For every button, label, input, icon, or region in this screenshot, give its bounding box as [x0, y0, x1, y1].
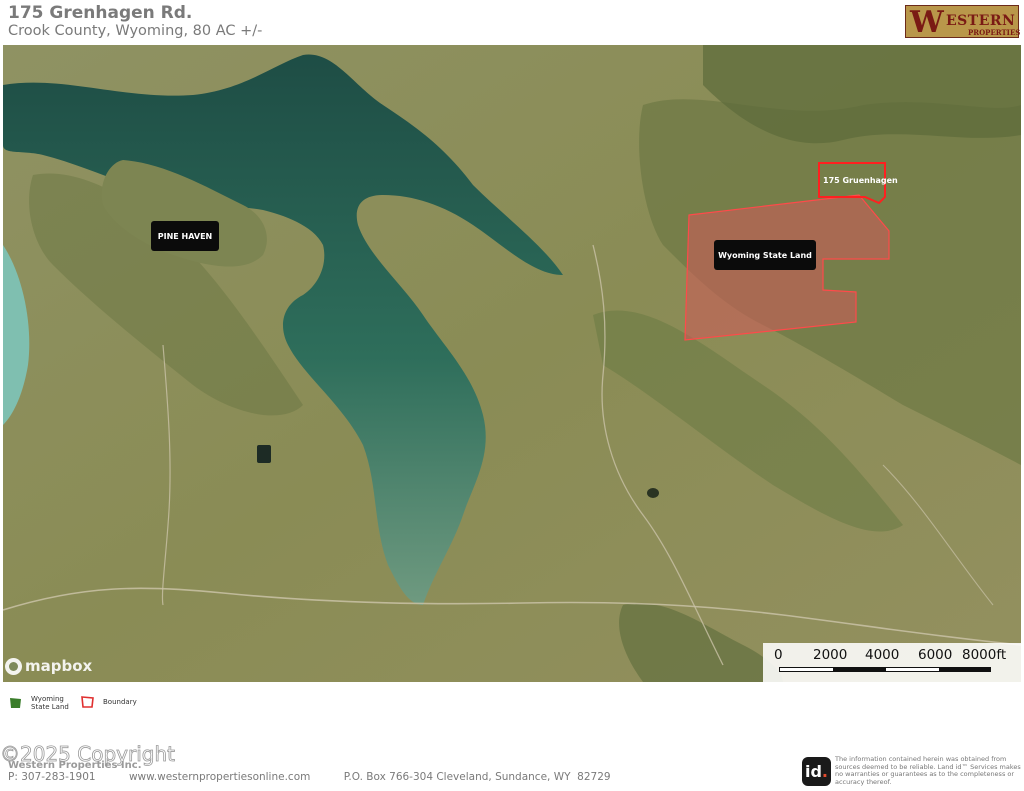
- scale-segment: [833, 668, 886, 671]
- logo-letter: W: [910, 5, 944, 40]
- property-label: 175 Gruenhagen: [823, 176, 898, 185]
- state-land-label: Wyoming State Land: [714, 240, 816, 270]
- page-subtitle: Crook County, Wyoming, 80 AC +/-: [8, 23, 263, 39]
- page-title: 175 Grenhagen Rd.: [8, 3, 193, 23]
- logo-tagline: PROPERTIES: [968, 28, 1021, 37]
- land-id-logo: id.: [802, 757, 831, 786]
- town-label: PINE HAVEN: [151, 221, 219, 251]
- company-name: Western Properties Inc.: [8, 760, 142, 771]
- mapbox-text: mapbox: [25, 657, 93, 675]
- legend-state-land-label: Wyoming State Land: [31, 695, 69, 711]
- satellite-map[interactable]: PINE HAVEN Wyoming State Land 175 Gruenh…: [3, 45, 1021, 682]
- scale-segment: [939, 668, 990, 671]
- settling-ponds: [257, 445, 271, 463]
- legend-state-land: Wyoming State Land: [9, 695, 69, 711]
- contact-info: P: 307-283-1901 www.westernpropertiesonl…: [8, 771, 611, 783]
- scale-tick-3: 6000: [918, 647, 953, 663]
- scale-bar: 0 2000 4000 6000 8000ft: [763, 643, 1021, 682]
- scale-tick-4: 8000ft: [962, 647, 1007, 663]
- legend-boundary-label: Boundary: [103, 698, 137, 706]
- mapbox-icon: [5, 657, 22, 675]
- legend-boundary: Boundary: [81, 696, 137, 708]
- scale-tick-0: 0: [774, 647, 783, 663]
- western-properties-logo: W ESTERN PROPERTIES: [905, 5, 1021, 40]
- stock-pond: [647, 488, 659, 498]
- boundary-swatch-icon: [81, 696, 94, 708]
- scale-tick-1: 2000: [813, 647, 848, 663]
- logo-name: ESTERN: [946, 13, 1016, 29]
- map-canvas: [3, 45, 1021, 682]
- scale-tick-2: 4000: [865, 647, 900, 663]
- mapbox-attribution[interactable]: mapbox: [5, 657, 92, 675]
- disclaimer-text: The information contained herein was obt…: [835, 755, 1021, 786]
- state-land-swatch-icon: [10, 698, 21, 708]
- scale-bar-graphic: [779, 667, 991, 672]
